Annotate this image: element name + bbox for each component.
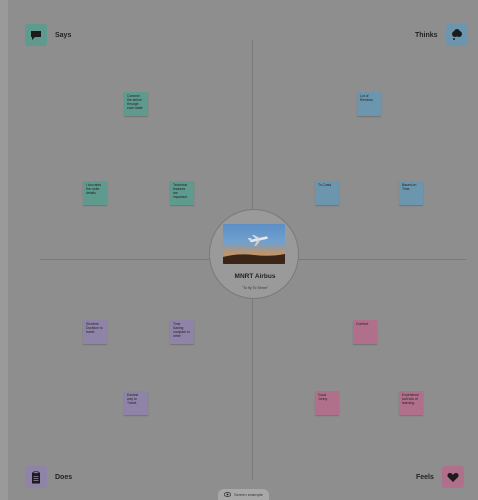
airplane-icon [247, 234, 268, 247]
thinks-header: Thinks [415, 24, 468, 46]
does-header: Does [25, 466, 72, 488]
sticky-note[interactable]: Based on Time. [399, 181, 423, 205]
sticky-note[interactable]: Easiest way to Travel. [124, 391, 148, 415]
says-label: Says [55, 31, 72, 39]
speech-bubble-icon [25, 24, 47, 46]
persona-title: MNRT Airbus [234, 273, 276, 280]
airplane-photo [223, 224, 285, 264]
sticky-note[interactable]: Technical features are important [170, 181, 194, 205]
sticky-note[interactable]: Lot of Reviews [357, 92, 381, 116]
sticky-note[interactable]: Comfort. [353, 320, 377, 344]
sticky-note[interactable]: Good Jonny. [315, 391, 339, 415]
heart-icon [441, 466, 464, 488]
persona-circle[interactable]: MNRT Airbus "To fly To Serve" [209, 209, 299, 299]
clipboard-icon [25, 466, 47, 488]
feels-label: Feels [416, 473, 434, 481]
thought-cloud-icon [445, 24, 468, 46]
screen-example-button[interactable]: Screen example [218, 489, 269, 500]
sticky-note[interactable]: To Costs [315, 181, 339, 205]
sticky-note[interactable]: Shortest Duration to travel. [83, 320, 107, 344]
eye-icon [224, 492, 231, 497]
does-label: Does [55, 473, 73, 481]
empathy-map-board: Says Thinks Does Feels Connect the airli… [8, 0, 478, 500]
sticky-note[interactable]: Experience and lots of learning. [399, 391, 423, 415]
sticky-note[interactable]: I too rates the route details [83, 181, 107, 205]
persona-subtitle: "To fly To Serve" [241, 286, 269, 290]
screen-example-label: Screen example [234, 492, 263, 497]
thinks-label: Thinks [415, 31, 438, 39]
sticky-note[interactable]: Connect the airline through each state [124, 92, 148, 116]
sticky-note[interactable]: Time Saving compare to other [170, 320, 194, 344]
says-header: Says [25, 24, 71, 46]
feels-header: Feels [416, 466, 464, 488]
